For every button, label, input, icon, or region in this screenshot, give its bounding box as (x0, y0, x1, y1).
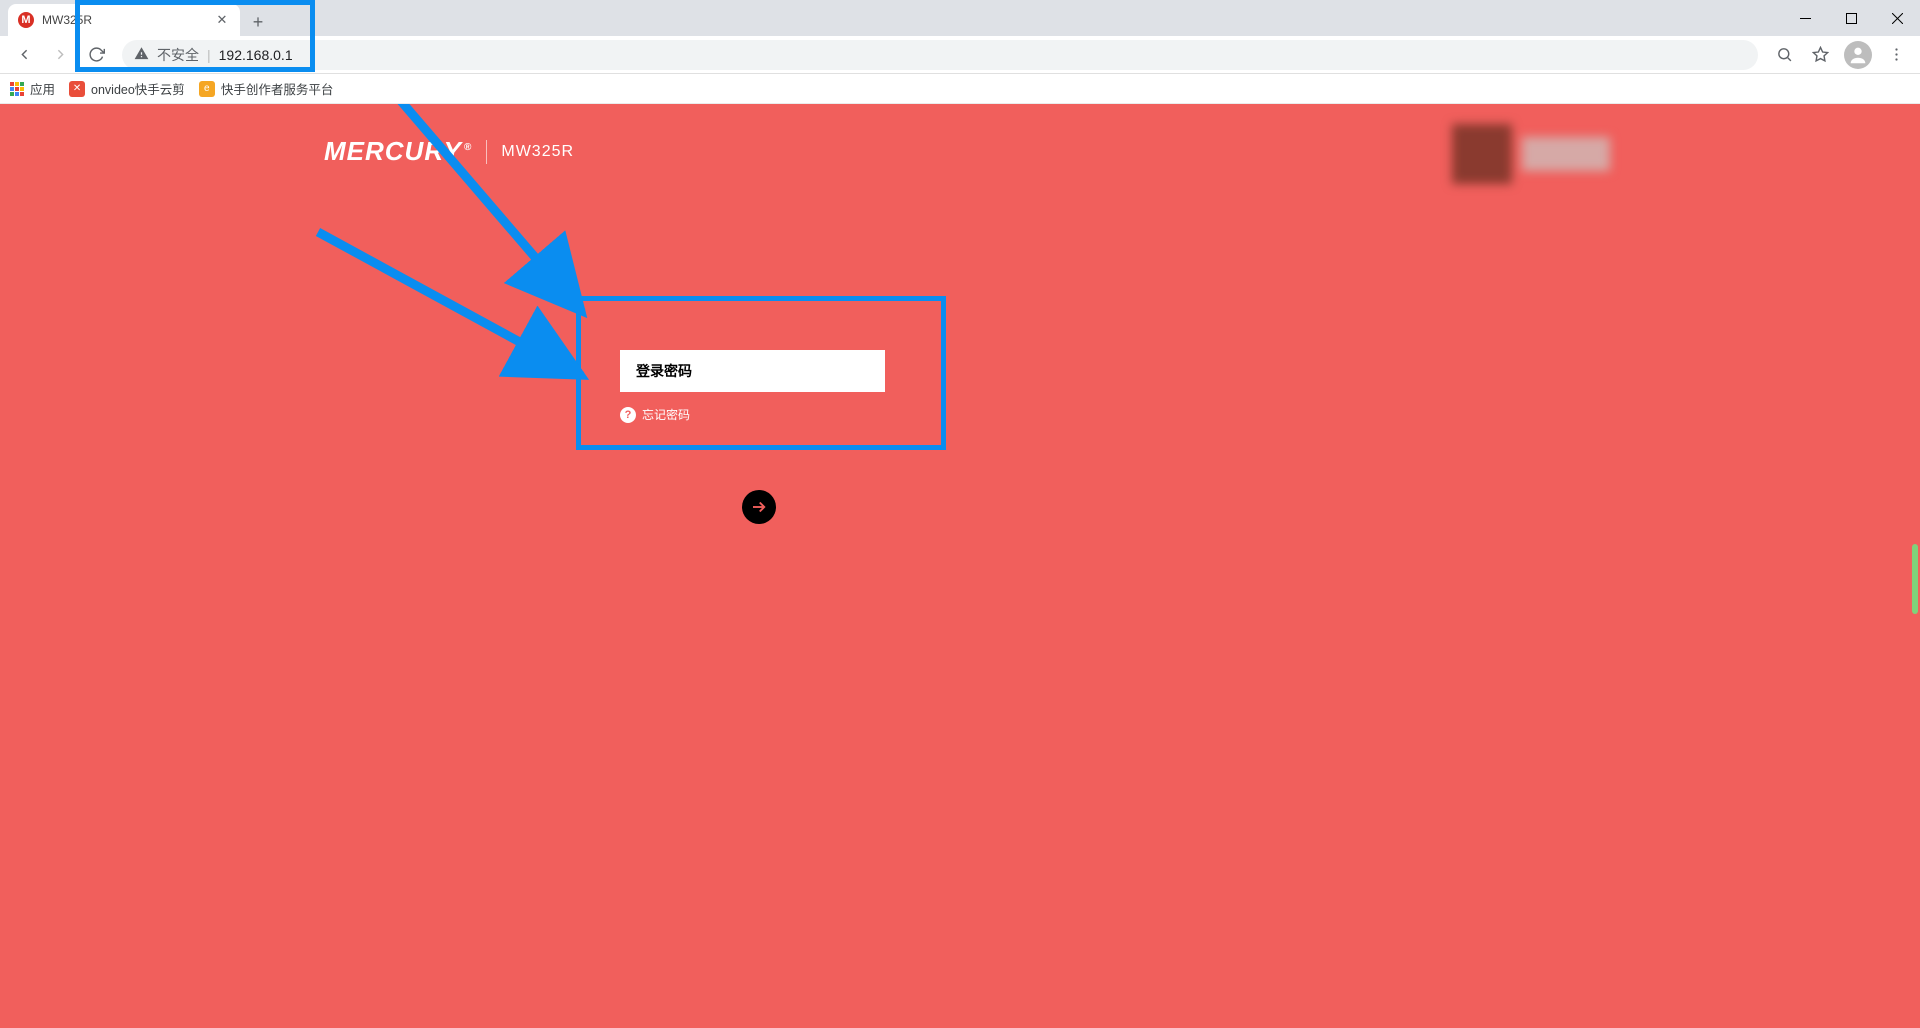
bookmark-label-1: 快手创作者服务平台 (221, 79, 334, 98)
omnibox-separator: | (207, 47, 211, 63)
bookmark-label-0: onvideo快手云剪 (91, 79, 185, 98)
arrow-right-icon (750, 498, 768, 516)
forgot-password-label: 忘记密码 (642, 406, 690, 423)
nav-reload-button[interactable] (80, 39, 112, 71)
window-controls (1782, 0, 1920, 36)
url-text: 192.168.0.1 (219, 47, 293, 63)
bookmark-apps-label: 应用 (30, 79, 55, 98)
window-minimize-button[interactable] (1782, 0, 1828, 36)
bookmark-item-0[interactable]: ✕ onvideo快手云剪 (69, 79, 185, 98)
tab-close-icon[interactable]: ✕ (214, 12, 230, 28)
address-bar[interactable]: 不安全 | 192.168.0.1 (122, 40, 1758, 70)
browser-toolbar: 不安全 | 192.168.0.1 (0, 36, 1920, 74)
login-form: ? 忘记密码 (620, 350, 885, 423)
browser-tab-strip: M MW325R ✕ + (0, 0, 1920, 36)
new-tab-button[interactable]: + (244, 8, 272, 36)
login-submit-button[interactable] (742, 490, 776, 524)
nav-forward-button[interactable] (44, 39, 76, 71)
window-maximize-button[interactable] (1828, 0, 1874, 36)
password-input[interactable] (620, 350, 885, 392)
brand-model: MW325R (501, 143, 574, 161)
apps-grid-icon (10, 82, 24, 96)
tab-favicon: M (18, 12, 34, 28)
bookmarks-bar: 应用 ✕ onvideo快手云剪 e 快手创作者服务平台 (0, 74, 1920, 104)
browser-tab-active[interactable]: M MW325R ✕ (8, 4, 240, 36)
bookmark-favicon-1: e (199, 81, 215, 97)
brand-header: MERCURY® MW325R (324, 136, 574, 167)
tab-title: MW325R (42, 13, 206, 27)
bookmark-favicon-0: ✕ (69, 81, 85, 97)
forgot-password-link[interactable]: ? 忘记密码 (620, 406, 885, 423)
annotation-arrows (0, 104, 1500, 504)
router-login-page: MERCURY® MW325R ? 忘记密码 (0, 104, 1920, 1028)
page-scrollbar[interactable] (1904, 104, 1920, 1028)
profile-avatar-button[interactable] (1844, 41, 1872, 69)
bookmark-item-1[interactable]: e 快手创作者服务平台 (199, 79, 334, 98)
help-icon: ? (620, 407, 636, 423)
scrollbar-thumb[interactable] (1912, 544, 1918, 614)
brand-logo: MERCURY® (324, 136, 472, 167)
user-info-blurred (1452, 122, 1620, 186)
bookmark-apps[interactable]: 应用 (10, 79, 55, 98)
window-close-button[interactable] (1874, 0, 1920, 36)
not-secure-icon (134, 46, 149, 64)
browser-menu-button[interactable] (1880, 39, 1912, 71)
brand-separator (486, 140, 487, 164)
security-label: 不安全 (157, 45, 199, 65)
nav-back-button[interactable] (8, 39, 40, 71)
bookmark-star-icon[interactable] (1804, 39, 1836, 71)
zoom-icon[interactable] (1768, 39, 1800, 71)
